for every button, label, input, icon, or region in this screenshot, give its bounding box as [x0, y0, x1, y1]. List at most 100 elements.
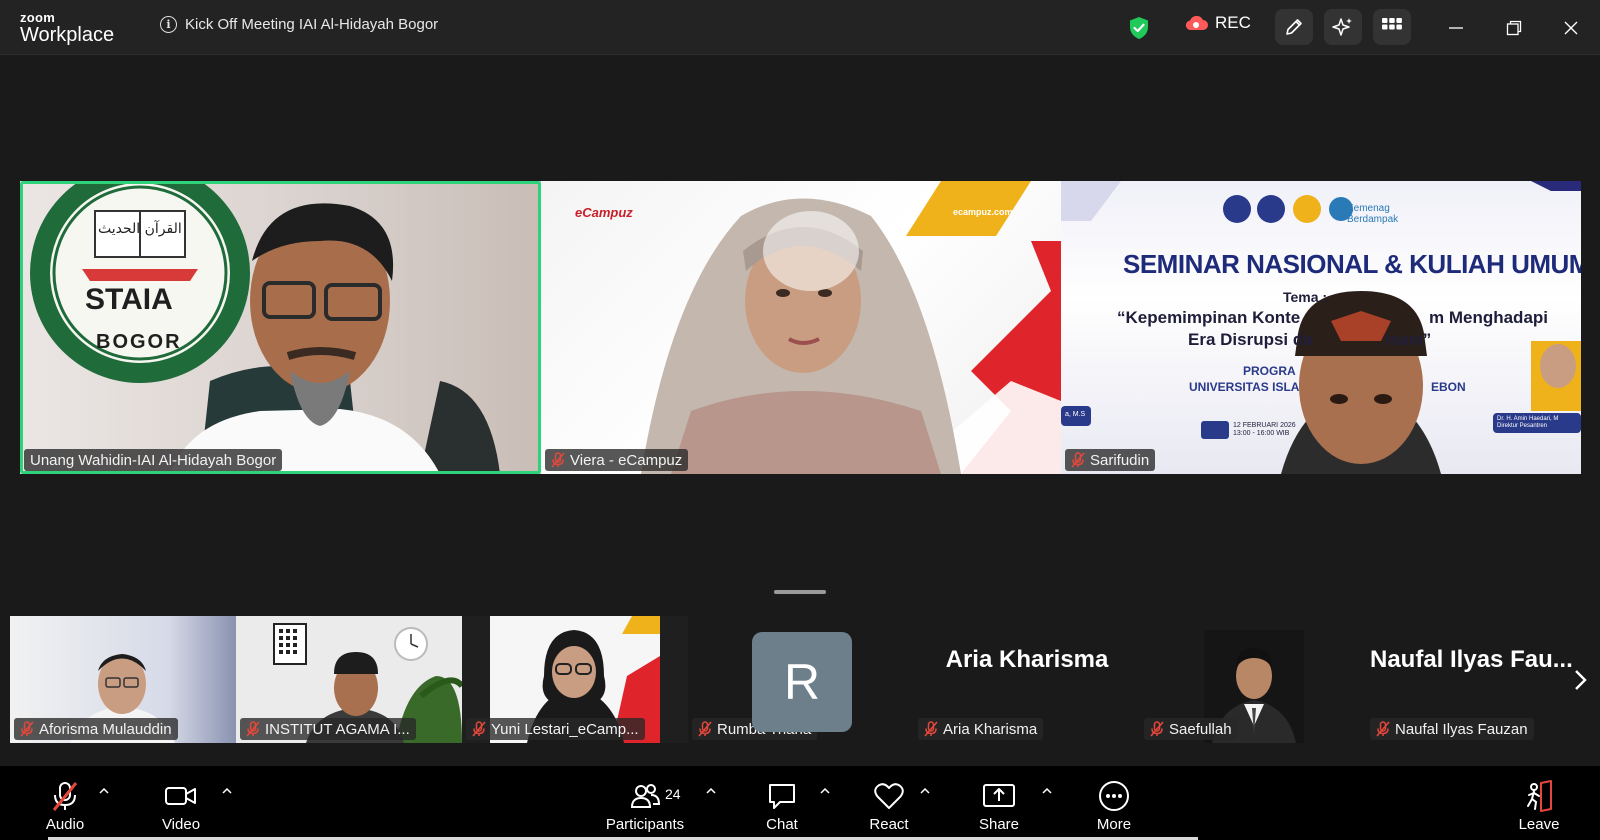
- tema-quote-line1b: m Menghadapi: [1429, 308, 1549, 327]
- title-bar: zoom Workplace i Kick Off Meeting IAI Al…: [0, 0, 1600, 55]
- mic-muted-icon: [1071, 452, 1085, 468]
- more-label: More: [1096, 816, 1132, 833]
- video-button[interactable]: Video: [154, 766, 208, 840]
- chevron-up-icon: [706, 788, 716, 794]
- speaker-role-text: Direktur Pesantren: [1497, 423, 1548, 429]
- mic-muted-icon: [20, 721, 34, 737]
- meeting-toolbar: Audio Video Participants 24 Chat React S…: [0, 766, 1600, 840]
- restore-button[interactable]: [1500, 14, 1528, 42]
- view-grid-button[interactable]: [1373, 9, 1411, 45]
- participant-video-viera: [641, 181, 1061, 474]
- tema-quote-line1a: “Kepemimpinan Konte: [1117, 308, 1301, 327]
- rec-label: REC: [1215, 13, 1251, 32]
- chevron-up-icon: [920, 788, 930, 794]
- info-icon[interactable]: i: [160, 15, 177, 33]
- event-time-text: 13:00 - 16:00 WIB: [1233, 430, 1290, 437]
- chevron-up-icon: [222, 788, 232, 794]
- participant-name: Saefullah: [1169, 720, 1232, 738]
- audio-label: Audio: [45, 816, 85, 833]
- react-label: React: [869, 816, 909, 833]
- minimize-button[interactable]: [1442, 14, 1470, 42]
- participants-button[interactable]: Participants: [600, 766, 690, 840]
- participant-name-label: Aforisma Mulauddin: [14, 718, 178, 740]
- thumbnail-aforisma[interactable]: Aforisma Mulauddin: [10, 616, 236, 743]
- logo-zoom-text: zoom: [20, 10, 56, 25]
- video-options-caret[interactable]: [220, 784, 234, 798]
- mic-muted-icon: [472, 721, 486, 737]
- next-page-button[interactable]: [1568, 665, 1592, 695]
- react-button[interactable]: React: [862, 766, 916, 840]
- leave-label: Leave: [1518, 816, 1560, 833]
- thumbnail-yuni[interactable]: Yuni Lestari_eCamp...: [462, 616, 688, 743]
- participants-icon: [630, 784, 661, 808]
- recording-indicator[interactable]: REC: [1183, 13, 1251, 33]
- participant-name: Yuni Lestari_eCamp...: [491, 720, 639, 738]
- react-options-caret[interactable]: [918, 784, 932, 798]
- mic-muted-icon: [246, 721, 260, 737]
- participant-name-label: INSTITUT AGAMA I...: [240, 718, 416, 740]
- participant-name-display: Aria Kharisma: [945, 646, 1109, 673]
- chevron-up-icon: [1042, 788, 1052, 794]
- video-label: Video: [161, 816, 201, 833]
- mic-muted-icon: [52, 782, 78, 811]
- thumbnail-institut[interactable]: INSTITUT AGAMA I...: [236, 616, 462, 743]
- close-icon: [1564, 21, 1578, 35]
- thumbnail-saefullah[interactable]: Saefullah: [1140, 616, 1366, 743]
- ai-companion-button[interactable]: [1324, 9, 1362, 45]
- video-tile-speaker[interactable]: STAIA BOGOR القرآن الحديث Unang Wahidin-…: [20, 181, 541, 474]
- chat-options-caret[interactable]: [818, 784, 832, 798]
- mic-muted-icon: [551, 452, 565, 468]
- cloud-record-icon: [1185, 15, 1208, 30]
- participant-name: Naufal Ilyas Fauzan: [1395, 720, 1528, 738]
- participant-name-label: Unang Wahidin-IAI Al-Hidayah Bogor: [24, 449, 283, 471]
- zoom-window: zoom Workplace i Kick Off Meeting IAI Al…: [0, 0, 1600, 840]
- audio-button[interactable]: Audio: [38, 766, 92, 840]
- event-date: 12 FEBRUARI 2026 13:00 - 16:00 WIB: [1233, 422, 1296, 438]
- thumbnail-aria[interactable]: Aria Kharisma Aria Kharisma: [914, 616, 1140, 743]
- gallery-resize-handle[interactable]: [774, 590, 826, 594]
- avatar: R: [752, 632, 852, 732]
- more-dots-icon: [1099, 781, 1129, 811]
- staia-logo-arabic: القرآن الحديث: [98, 221, 182, 237]
- university-label: UNIVERSITAS ISLA: [1189, 380, 1300, 394]
- more-button[interactable]: More: [1087, 766, 1141, 840]
- share-screen-icon: [983, 784, 1015, 807]
- video-tile-sarifudin[interactable]: Kemenag Berdampak SEMINAR NASIONAL & KUL…: [1061, 181, 1581, 474]
- participant-name-label: Naufal Ilyas Fauzan: [1370, 718, 1534, 740]
- leave-button[interactable]: Leave: [1512, 766, 1566, 840]
- chat-button[interactable]: Chat: [755, 766, 809, 840]
- participants-label: Participants: [605, 816, 685, 833]
- kemenag-logo-text: Kemenag Berdampak: [1347, 203, 1399, 225]
- grid-icon: [1382, 18, 1402, 30]
- video-tile-viera[interactable]: eCampuz ecampuz.com Viera - eCampuz: [541, 181, 1061, 474]
- meeting-info[interactable]: i Kick Off Meeting IAI Al-Hidayah Bogor: [160, 14, 438, 34]
- mic-muted-icon: [1150, 721, 1164, 737]
- staia-logo-bogor: BOGOR: [96, 331, 182, 353]
- mic-muted-icon: [1376, 721, 1390, 737]
- share-options-caret[interactable]: [1040, 784, 1054, 798]
- participants-count: 24: [665, 786, 681, 802]
- share-button[interactable]: Share: [972, 766, 1026, 840]
- restore-icon: [1506, 20, 1522, 36]
- audio-options-caret[interactable]: [97, 784, 111, 798]
- participant-name-label: Yuni Lestari_eCamp...: [466, 718, 645, 740]
- participant-name: Sarifudin: [1090, 451, 1150, 469]
- participants-options-caret[interactable]: [704, 784, 718, 798]
- thumbnail-naufal[interactable]: Naufal Ilyas Fau... Naufal Ilyas Fauzan: [1366, 616, 1586, 743]
- close-button[interactable]: [1557, 14, 1585, 42]
- chevron-up-icon: [820, 788, 830, 794]
- speaker-title-left: a, M.S: [1065, 411, 1086, 418]
- encryption-shield-icon[interactable]: [1128, 16, 1150, 40]
- tema-quote-line2b: isasi”: [1385, 330, 1432, 349]
- logo-workplace-text: Workplace: [20, 24, 115, 46]
- tema-label: Tema :: [1283, 289, 1328, 305]
- heart-icon: [874, 783, 904, 809]
- event-date-text: 12 FEBRUARI 2026: [1233, 422, 1296, 429]
- annotate-button[interactable]: [1275, 9, 1313, 45]
- program-label: PROGRA: [1243, 364, 1296, 378]
- speaker-name-right: Dr. H. Amin Haedari, M Direktur Pesantren: [1497, 416, 1558, 430]
- chevron-right-icon: [1575, 670, 1587, 690]
- participant-name-label: Saefullah: [1144, 718, 1238, 740]
- participant-name-label: Sarifudin: [1065, 449, 1156, 471]
- leave-door-icon: [1527, 780, 1552, 812]
